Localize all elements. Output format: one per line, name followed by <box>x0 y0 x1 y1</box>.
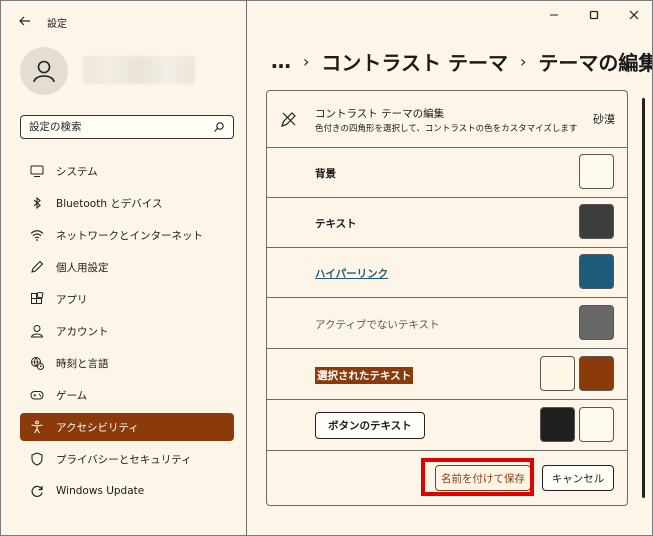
paint-edit-icon <box>281 112 296 127</box>
avatar[interactable] <box>20 47 68 95</box>
sidebar-item-time-language[interactable]: 時刻と言語 <box>20 349 234 377</box>
sidebar-item-label: システム <box>56 165 98 178</box>
chevron-right-icon: › <box>519 51 527 71</box>
close-button[interactable] <box>614 1 652 29</box>
shield-icon <box>29 451 45 467</box>
hyperlink-color-swatch[interactable] <box>579 254 614 289</box>
breadcrumb-parent[interactable]: コントラスト テーマ <box>321 47 508 76</box>
sidebar-item-bluetooth[interactable]: Bluetooth とデバイス <box>20 189 234 217</box>
search-box[interactable] <box>20 115 234 139</box>
sidebar-item-windows-update[interactable]: Windows Update <box>20 477 234 505</box>
color-row-text: テキスト <box>267 198 627 248</box>
sidebar-item-network[interactable]: ネットワークとインターネット <box>20 221 234 249</box>
text-color-swatch[interactable] <box>579 204 614 239</box>
sidebar-item-personalization[interactable]: 個人用設定 <box>20 253 234 281</box>
sidebar-item-label: Windows Update <box>56 485 145 497</box>
selected-text-background-swatch[interactable] <box>579 356 614 391</box>
user-icon <box>33 60 55 83</box>
sidebar-item-accessibility[interactable]: アクセシビリティ <box>20 413 234 441</box>
sidebar-nav: システム Bluetooth とデバイス ネットワークとインターネット 個人用設… <box>20 157 234 509</box>
breadcrumb-ellipsis[interactable]: … <box>271 49 291 73</box>
settings-window: 設定 システム <box>0 0 653 536</box>
sidebar-item-label: Bluetooth とデバイス <box>56 197 163 210</box>
window-controls <box>534 1 652 31</box>
sidebar-item-label: 個人用設定 <box>56 261 109 274</box>
editor-subtitle: 色付きの四角形を選択して、コントラストの色をカスタマイズします <box>315 124 578 134</box>
back-button[interactable] <box>15 11 35 31</box>
sidebar-item-label: 時刻と言語 <box>56 357 109 370</box>
row-label: 選択されたテキスト <box>315 367 414 384</box>
app-title: 設定 <box>47 19 67 30</box>
row-label: アクティブでないテキスト <box>315 319 440 331</box>
search-input[interactable] <box>29 121 213 133</box>
sidebar-item-apps[interactable]: アプリ <box>20 285 234 313</box>
minimize-icon <box>550 14 558 16</box>
update-icon <box>29 483 45 499</box>
wifi-icon <box>29 227 45 243</box>
apps-icon <box>29 291 45 307</box>
color-row-inactive-text: アクティブでないテキスト <box>267 298 627 349</box>
theme-editor-panel: コントラスト テーマの編集 色付きの四角形を選択して、コントラストの色をカスタマ… <box>266 90 628 506</box>
search-icon[interactable] <box>213 121 225 133</box>
back-arrow-icon <box>19 16 30 26</box>
sidebar-item-accounts[interactable]: アカウント <box>20 317 234 345</box>
sidebar-item-label: アクセシビリティ <box>56 421 139 434</box>
theme-name: 砂漠 <box>593 113 615 126</box>
color-row-hyperlink: ハイパーリンク <box>267 248 627 298</box>
profile-name-redacted <box>83 56 195 84</box>
cancel-button[interactable]: キャンセル <box>542 465 614 491</box>
main-content: … › コントラスト テーマ › テーマの編集 コントラスト テーマの編集 色付… <box>247 1 653 535</box>
row-label: テキスト <box>315 218 357 230</box>
sidebar-item-label: ゲーム <box>56 389 88 402</box>
theme-editor-header: コントラスト テーマの編集 色付きの四角形を選択して、コントラストの色をカスタマ… <box>267 91 627 148</box>
gamepad-icon <box>29 387 45 403</box>
monitor-icon <box>29 163 45 179</box>
bluetooth-icon <box>29 195 45 211</box>
sidebar-item-system[interactable]: システム <box>20 157 234 185</box>
row-label: ボタンのテキスト <box>315 412 425 439</box>
selected-text-foreground-swatch[interactable] <box>540 356 575 391</box>
color-row-background: 背景 <box>267 148 627 198</box>
sidebar-item-label: プライバシーとセキュリティ <box>56 453 192 466</box>
button-text-background-swatch[interactable] <box>579 407 614 442</box>
chevron-right-icon: › <box>303 51 310 71</box>
breadcrumb: … › コントラスト テーマ › テーマの編集 <box>271 45 653 77</box>
sidebar-item-label: アプリ <box>56 293 88 306</box>
row-label: ハイパーリンク <box>315 268 389 280</box>
maximize-icon <box>589 10 599 20</box>
sidebar-item-label: ネットワークとインターネット <box>56 229 203 242</box>
button-text-foreground-swatch[interactable] <box>540 407 575 442</box>
globe-clock-icon <box>29 355 45 371</box>
person-icon <box>29 323 45 339</box>
maximize-button[interactable] <box>574 1 614 29</box>
sidebar-item-label: アカウント <box>56 325 109 338</box>
scrollbar[interactable] <box>642 98 645 498</box>
sidebar-item-gaming[interactable]: ゲーム <box>20 381 234 409</box>
title-bar: 設定 <box>1 1 247 41</box>
color-row-selected-text: 選択されたテキスト <box>267 349 627 400</box>
save-as-button[interactable]: 名前を付けて保存 <box>435 465 531 491</box>
background-color-swatch[interactable] <box>579 154 614 189</box>
row-label: 背景 <box>315 168 336 180</box>
editor-title: コントラスト テーマの編集 <box>315 108 445 120</box>
sidebar-item-privacy[interactable]: プライバシーとセキュリティ <box>20 445 234 473</box>
page-title: テーマの編集 <box>538 50 653 75</box>
minimize-button[interactable] <box>534 1 574 29</box>
close-icon <box>629 10 639 20</box>
sidebar: 設定 システム <box>1 1 247 535</box>
pen-icon <box>29 259 45 275</box>
inactive-text-color-swatch[interactable] <box>579 305 614 340</box>
accessibility-icon <box>29 419 45 435</box>
color-row-button-text: ボタンのテキスト <box>267 400 627 451</box>
